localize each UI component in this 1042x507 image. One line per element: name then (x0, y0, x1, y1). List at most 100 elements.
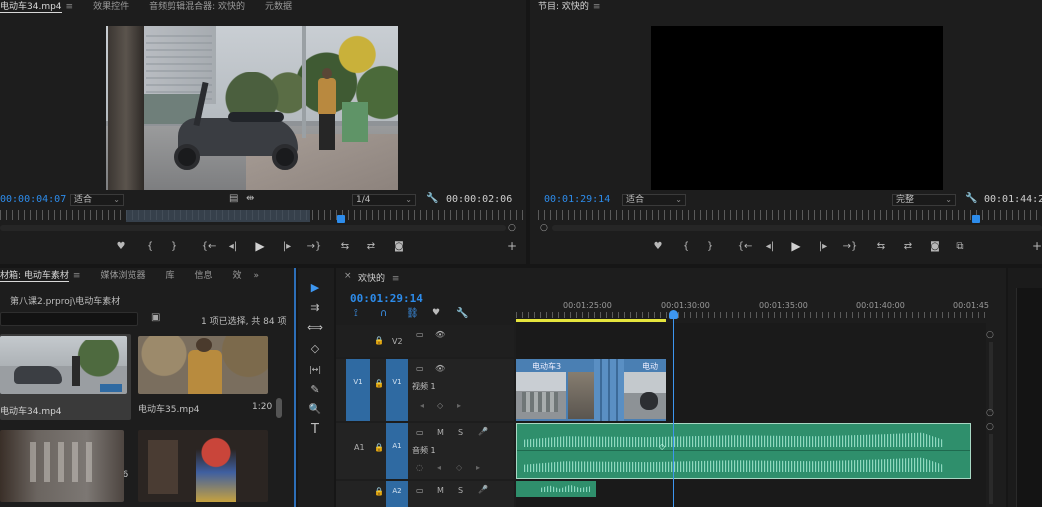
more-tabs-icon[interactable]: » (252, 269, 262, 283)
type-tool[interactable]: T (307, 422, 323, 438)
scroll-handle-mid[interactable]: ○ (986, 408, 994, 418)
timeline-settings-icon[interactable]: 🔧 (456, 308, 468, 319)
program-scroll-track[interactable] (552, 225, 1042, 231)
timeline-a-scroll-track[interactable] (989, 434, 993, 504)
program-video-frame[interactable] (651, 26, 943, 190)
source-scroll-end[interactable]: ○ (508, 223, 516, 233)
panel-menu-icon[interactable]: ≡ (66, 2, 74, 12)
export-frame-button[interactable]: ◙ (392, 241, 406, 253)
solo-button[interactable]: S (458, 428, 463, 437)
tab-bin[interactable]: 材箱: 电动车素材 ≡ (0, 269, 90, 283)
mark-out-button[interactable]: } (703, 241, 717, 253)
source-fit-toggle-icon[interactable]: ⇹ (246, 193, 254, 204)
work-area-bar[interactable] (516, 319, 666, 322)
step-back-button[interactable]: ◂| (226, 241, 240, 253)
tab-effect-controls[interactable]: 效果控件 (83, 0, 139, 14)
program-current-timecode[interactable]: 00:01:29:14 (544, 194, 610, 205)
project-item-2[interactable]: 电动车35.mp4 1:20 (138, 334, 272, 420)
add-marker-icon[interactable]: ♥ (432, 308, 440, 318)
mark-in-button[interactable]: { (143, 241, 157, 253)
track-v1-target[interactable]: V1 (386, 359, 408, 421)
source-scroll-track[interactable] (0, 225, 506, 231)
export-frame-button[interactable]: ◙ (928, 241, 942, 253)
eye-icon[interactable]: 👁 (435, 364, 445, 373)
keyframe-add-icon[interactable]: ◇ (456, 463, 462, 472)
volume-icon[interactable]: ◌ (416, 463, 423, 472)
tab-effects[interactable]: 效 (223, 269, 252, 283)
source-patch-a1[interactable]: A1 (354, 443, 365, 452)
timeline-v-scroll-track[interactable] (989, 342, 993, 412)
ripple-edit-tool[interactable]: ⟺ (307, 320, 323, 336)
panel-menu-icon[interactable]: ≡ (392, 274, 400, 284)
audio-clip-2[interactable] (516, 481, 596, 497)
panel-menu-icon[interactable]: ≡ (73, 271, 81, 281)
zoom-tool[interactable]: 🔍 (307, 402, 323, 418)
program-playhead[interactable] (972, 215, 980, 223)
keyframe-prev-icon[interactable]: ◂ (437, 463, 441, 472)
lock-icon[interactable]: 🔒 (374, 443, 384, 452)
source-resolution-dropdown[interactable]: 1/4 ⌄ (352, 194, 416, 206)
program-fit-dropdown[interactable]: 适合 ⌄ (622, 194, 686, 206)
timeline-tab[interactable]: 欢快的 ≡ (358, 271, 399, 284)
play-button[interactable]: ▶ (253, 240, 267, 252)
selection-tool[interactable]: ▶ (307, 280, 323, 296)
tab-program[interactable]: 节目: 欢快的 ≡ (530, 0, 610, 14)
mute-button[interactable]: M (437, 486, 444, 495)
step-forward-button[interactable]: |▸ (816, 241, 830, 253)
tab-libraries[interactable]: 库 (155, 269, 184, 283)
keyframe-add-icon[interactable]: ◇ (437, 401, 443, 410)
timeline-ruler[interactable]: 00:01:25:00 00:01:30:00 00:01:35:00 00:0… (516, 298, 989, 320)
source-wrench-icon[interactable]: 🔧 (426, 193, 438, 204)
mark-in-button[interactable]: { (679, 241, 693, 253)
marker-button[interactable]: ♥ (114, 241, 128, 253)
razor-tool[interactable]: ◇ (307, 341, 323, 357)
source-fit-dropdown[interactable]: 适合 ⌄ (70, 194, 124, 206)
tab-source[interactable]: 电动车34.mp4 ≡ (0, 0, 83, 14)
extract-button[interactable]: ⇄ (901, 241, 915, 253)
microphone-icon[interactable]: 🎤 (478, 485, 488, 494)
marker-button[interactable]: ♥ (651, 241, 665, 253)
close-icon[interactable]: × (344, 271, 352, 281)
play-button[interactable]: ▶ (789, 240, 803, 252)
lock-icon[interactable]: 🔒 (374, 379, 384, 388)
pen-tool[interactable]: ✎ (307, 382, 323, 398)
source-video-frame[interactable] (106, 26, 398, 190)
project-item-3[interactable] (0, 430, 126, 502)
timeline-playhead[interactable] (669, 310, 678, 319)
snap-icon[interactable]: ∩ (380, 308, 387, 319)
mute-button[interactable]: M (437, 428, 444, 437)
lock-icon[interactable]: 🔒 (374, 487, 384, 496)
go-to-out-button[interactable]: →} (840, 241, 860, 253)
tab-metadata[interactable]: 元数据 (255, 0, 302, 14)
keyframe-next-icon[interactable]: ▸ (476, 463, 480, 472)
solo-button[interactable]: S (458, 486, 463, 495)
toggle-sync-icon[interactable]: ▭ (416, 330, 424, 339)
linked-selection-icon[interactable]: ⛓ (406, 308, 419, 319)
lock-icon[interactable]: 🔒 (374, 336, 384, 345)
go-to-out-button[interactable]: →} (304, 241, 324, 253)
track-a1-target[interactable]: A1 (386, 423, 408, 479)
tab-audio-clip-mixer[interactable]: 音频剪辑混合器: 欢快的 (139, 0, 255, 14)
track-a2-target[interactable]: A2 (386, 481, 408, 507)
project-item-4[interactable] (138, 430, 270, 502)
source-settings-icon[interactable]: ▤ (229, 193, 238, 204)
source-current-timecode[interactable]: 00:00:04:07 (0, 194, 66, 205)
scroll-handle-a[interactable]: ○ (986, 422, 994, 432)
go-to-in-button[interactable]: {← (199, 241, 219, 253)
audio-keyframe-icon[interactable]: ◇ (659, 442, 665, 451)
step-back-button[interactable]: ◂| (763, 241, 777, 253)
comparison-view-button[interactable]: ⧉ (953, 241, 967, 253)
overwrite-button[interactable]: ⇄ (364, 241, 378, 253)
microphone-icon[interactable]: 🎤 (478, 427, 488, 436)
toggle-sync-icon[interactable]: ▭ (416, 364, 424, 373)
mark-out-button[interactable]: } (167, 241, 181, 253)
video-clip-2[interactable]: 电动 (594, 359, 666, 421)
program-quality-dropdown[interactable]: 完整 ⌄ (892, 194, 956, 206)
tab-media-browser[interactable]: 媒体浏览器 (90, 269, 155, 283)
source-patch-v1[interactable]: V1 (346, 359, 370, 421)
new-bin-icon[interactable]: ▣ (151, 312, 160, 323)
timeline-timecode[interactable]: 00:01:29:14 (350, 292, 423, 305)
go-to-in-button[interactable]: {← (735, 241, 755, 253)
tab-info[interactable]: 信息 (184, 269, 222, 283)
program-time-ruler[interactable] (538, 210, 1042, 220)
